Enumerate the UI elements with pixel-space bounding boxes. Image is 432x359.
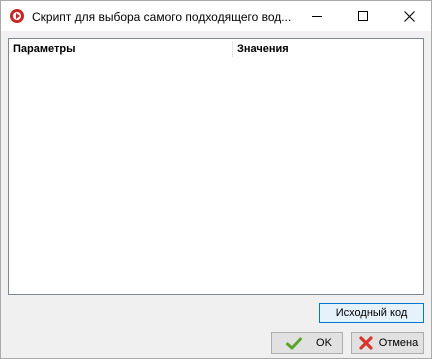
minimize-icon [312,16,322,17]
green-check-icon [286,337,303,350]
red-x-icon [359,336,373,350]
ok-button[interactable]: OK [271,332,343,354]
minimize-button[interactable] [294,1,340,31]
column-header-parameters[interactable]: Параметры [9,39,233,59]
media-player-icon [10,9,24,23]
cancel-button[interactable]: Отмена [351,332,424,354]
parameters-table[interactable]: Параметры Значения [8,38,424,295]
maximize-button[interactable] [340,1,386,31]
source-code-label: Исходный код [335,307,408,319]
dialog-window: Скрипт для выбора самого подходящего вод… [0,0,432,359]
cancel-label: Отмена [378,337,419,349]
title-bar[interactable]: Скрипт для выбора самого подходящего вод… [1,1,431,31]
source-code-button[interactable]: Исходный код [319,303,424,323]
close-icon [404,11,415,22]
ok-label: OK [316,337,332,349]
table-header: Параметры Значения [9,39,423,59]
maximize-icon [358,11,368,21]
close-button[interactable] [386,1,432,31]
column-header-values[interactable]: Значения [233,39,423,59]
window-title: Скрипт для выбора самого подходящего вод… [32,10,292,24]
